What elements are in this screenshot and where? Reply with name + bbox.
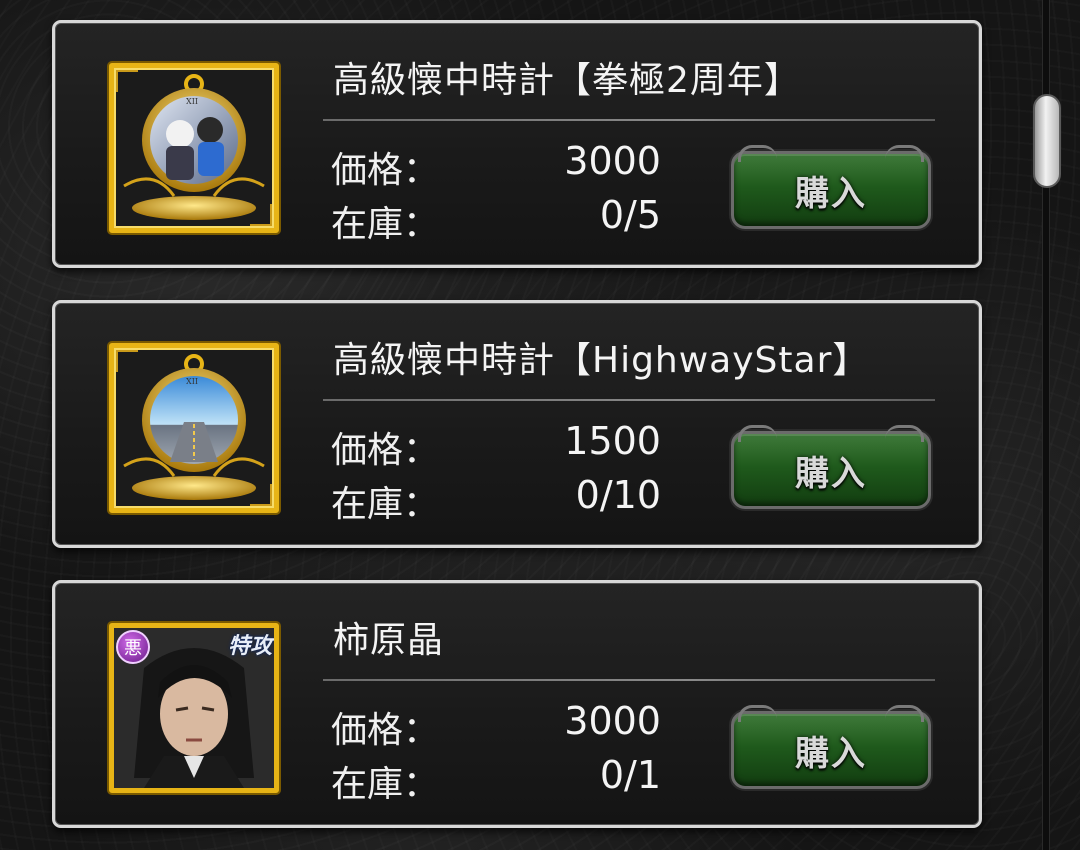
item-name: 柿原晶: [333, 620, 445, 661]
attribute-badge: 悪: [116, 630, 150, 664]
frame-corner: [250, 484, 272, 506]
item-name: 高級懐中時計【HighwayStar】: [333, 340, 870, 381]
buy-button[interactable]: 購入: [731, 145, 931, 229]
stock-value: 0/1: [599, 753, 661, 797]
shop-item-card: XII 高級懐中時計【HighwayStar】 価格： 1500 在庫： 0/1…: [52, 300, 982, 548]
rank-badge: 特攻: [227, 633, 272, 659]
buy-button-label: 購入: [795, 173, 867, 214]
svg-text:XII: XII: [186, 97, 198, 106]
buy-button[interactable]: 購入: [731, 425, 931, 509]
item-thumbnail: XII: [109, 63, 279, 233]
shop-item-card: XII 高級懐中時計【拳極2周年】 価格： 3000 在庫： 0/5 購入: [52, 20, 982, 268]
item-thumbnail: XII: [109, 343, 279, 513]
scrollbar-thumb[interactable]: [1033, 94, 1061, 188]
buy-button[interactable]: 購入: [731, 705, 931, 789]
divider: [323, 399, 935, 401]
buy-button-label: 購入: [795, 453, 867, 494]
price-value: 3000: [564, 139, 661, 183]
stock-value: 0/10: [575, 473, 661, 517]
price-label: 価格：: [331, 430, 440, 471]
frame-corner: [116, 70, 138, 92]
divider: [323, 679, 935, 681]
divider: [323, 119, 935, 121]
price-label: 価格：: [331, 710, 440, 751]
stock-label: 在庫：: [331, 484, 440, 525]
item-thumbnail: 悪 特攻: [109, 623, 279, 793]
price-value: 1500: [564, 419, 661, 463]
frame-corner: [116, 350, 138, 372]
shop-item-card: 悪 特攻 柿原晶 価格： 3000 在庫： 0/1 購入: [52, 580, 982, 828]
price-value: 3000: [564, 699, 661, 743]
stock-label: 在庫：: [331, 204, 440, 245]
frame-corner: [250, 204, 272, 226]
svg-text:XII: XII: [186, 377, 198, 386]
item-name: 高級懐中時計【拳極2周年】: [333, 60, 801, 101]
stock-label: 在庫：: [331, 764, 440, 805]
buy-button-label: 購入: [795, 733, 867, 774]
price-label: 価格：: [331, 150, 440, 191]
stock-value: 0/5: [599, 193, 661, 237]
